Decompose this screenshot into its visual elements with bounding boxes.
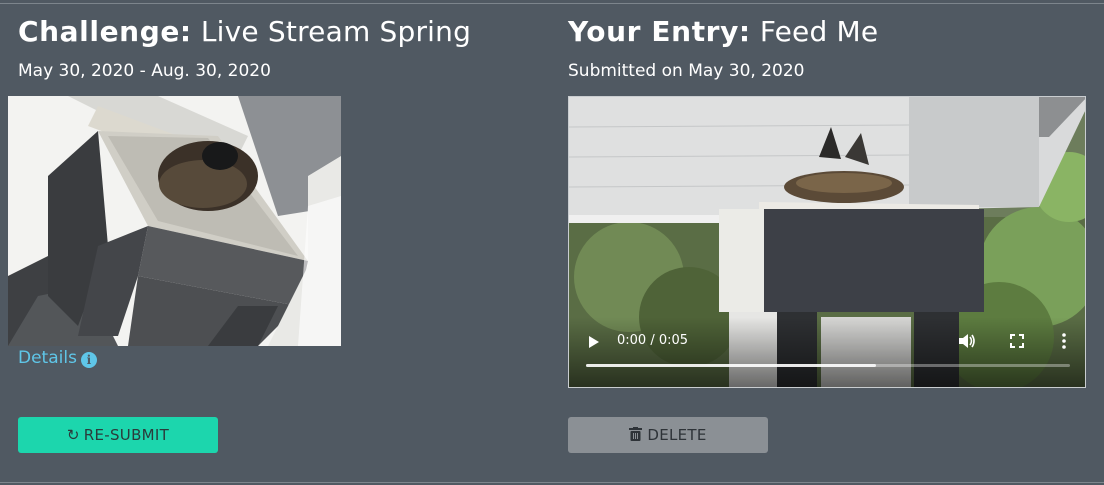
more-options-icon[interactable]	[1054, 331, 1074, 351]
challenge-thumbnail	[8, 96, 341, 346]
entry-heading: Your Entry: Feed Me	[568, 14, 878, 50]
entry-label: Your Entry:	[568, 15, 751, 48]
fullscreen-icon[interactable]	[1007, 331, 1027, 351]
resubmit-label: RE-SUBMIT	[83, 426, 170, 444]
volume-icon[interactable]	[957, 331, 977, 351]
delete-label: DELETE	[647, 426, 707, 444]
info-circle-icon: i	[80, 352, 97, 368]
bottom-divider	[0, 482, 1104, 483]
challenge-title: Live Stream Spring	[200, 15, 472, 48]
video-controls-bar	[569, 317, 1085, 387]
video-progress-bar[interactable]	[586, 364, 1070, 367]
play-icon[interactable]	[589, 336, 599, 348]
top-divider	[0, 3, 1104, 4]
challenge-dates: May 30, 2020 - Aug. 30, 2020	[18, 61, 271, 81]
entry-submitted-date: Submitted on May 30, 2020	[568, 61, 805, 81]
challenge-heading: Challenge: Live Stream Spring	[18, 14, 471, 50]
redo-icon: ↻	[66, 426, 80, 444]
details-link[interactable]: Details i	[18, 347, 97, 369]
video-time: 0:00 / 0:05	[617, 333, 689, 348]
delete-button[interactable]: DELETE	[568, 417, 768, 453]
details-label: Details	[18, 348, 77, 368]
entry-video-player[interactable]: 0:00 / 0:05	[568, 96, 1086, 388]
trash-icon	[629, 427, 643, 441]
entry-title: Feed Me	[759, 15, 879, 48]
resubmit-button[interactable]: ↻ RE-SUBMIT	[18, 417, 218, 453]
video-progress-fill	[586, 364, 877, 367]
challenge-label: Challenge:	[18, 15, 192, 48]
